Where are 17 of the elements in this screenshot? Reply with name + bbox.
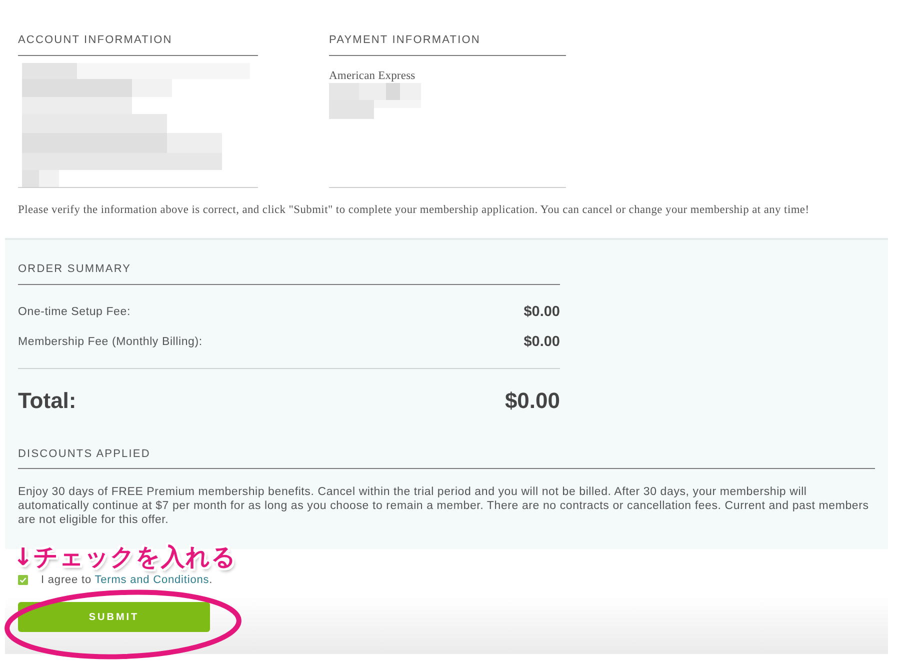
annotation-text: ↓チェックを入れる bbox=[13, 544, 237, 571]
verification-notice: Please verify the information above is correct, and click "Submit" to complete your membership application. You can cancel or change your membership at any time! bbox=[18, 203, 810, 217]
fee-amount: $0.00 bbox=[524, 304, 560, 320]
total-label: Total: bbox=[18, 388, 76, 414]
agreement-label: I agree to Terms and Conditions. bbox=[41, 574, 213, 586]
terms-link[interactable]: Terms and Conditions bbox=[94, 574, 210, 586]
fee-label: One-time Setup Fee: bbox=[18, 306, 130, 318]
card-type-text: American Express bbox=[329, 69, 416, 83]
fee-amount: $0.00 bbox=[524, 334, 560, 350]
fee-label: Membership Fee (Monthly Billing): bbox=[18, 336, 202, 348]
discount-description: Enjoy 30 days of FREE Premium membership benefits. Cancel within the trial period and you will not be billed. After 30 days, your membership will automatically continue at $7 per month for as long as you choose to remain a member. There are no contracts or cancellation fees. Current and past members are not eligible for this offer. bbox=[18, 485, 870, 527]
section-heading: ORDER SUMMARY bbox=[18, 262, 132, 276]
section-heading: DISCOUNTS APPLIED bbox=[18, 447, 150, 461]
section-heading: ACCOUNT INFORMATION bbox=[18, 33, 172, 47]
checkbox[interactable] bbox=[18, 575, 28, 585]
section-heading: PAYMENT INFORMATION bbox=[329, 33, 480, 47]
total-amount: $0.00 bbox=[504, 388, 560, 414]
